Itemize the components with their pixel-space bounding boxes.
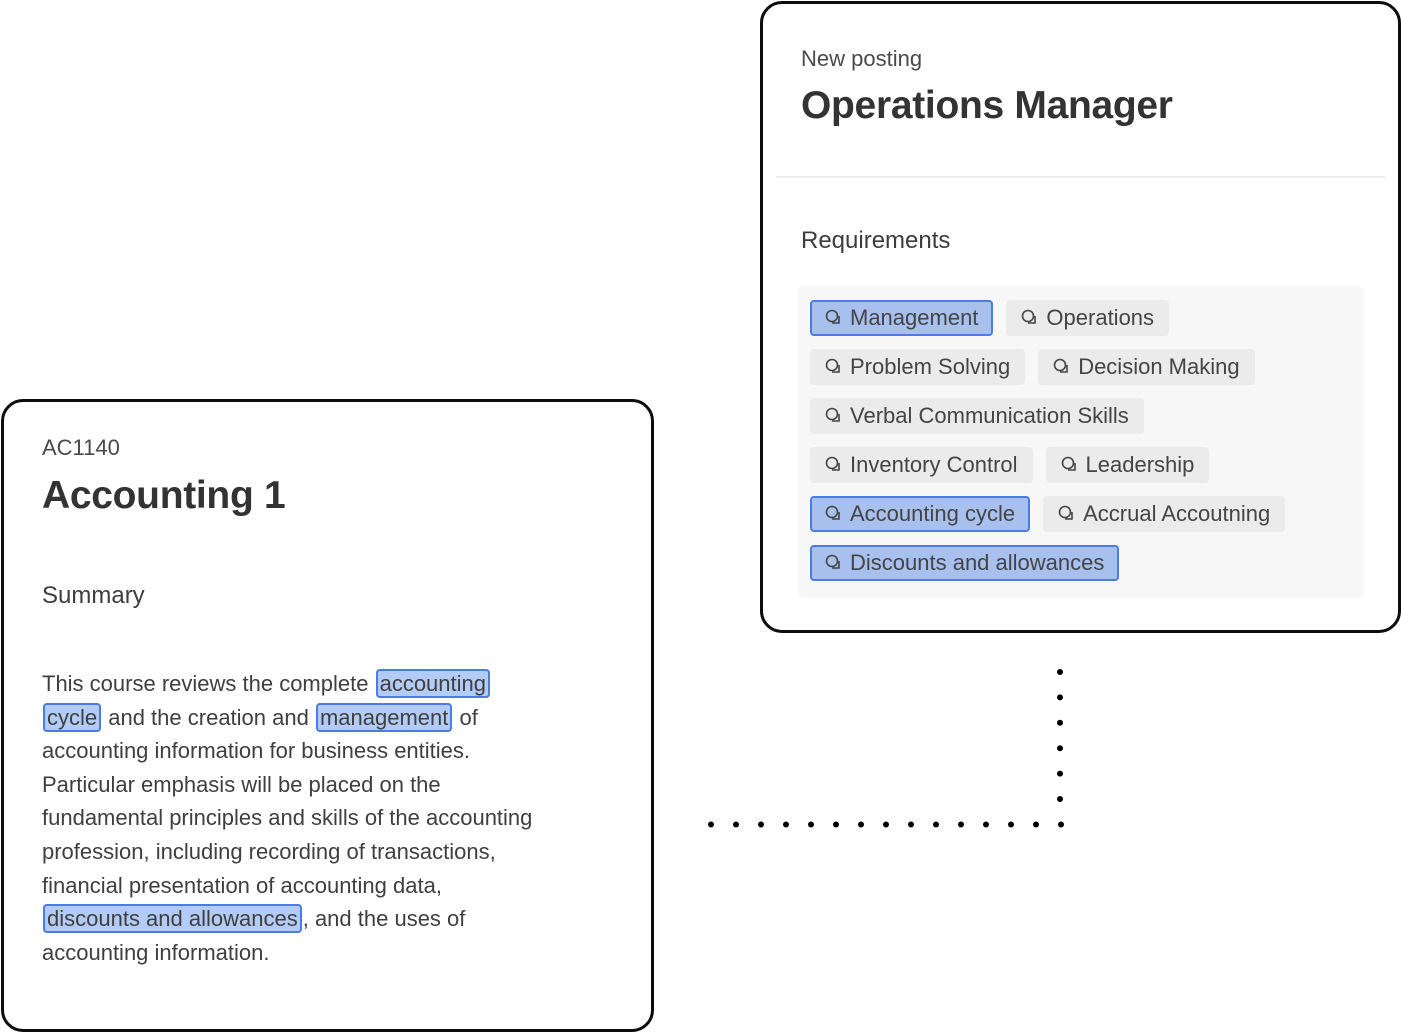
summary-text: This course reviews the complete: [42, 671, 375, 696]
summary-heading: Summary: [42, 582, 145, 609]
connector-dot: [1057, 669, 1063, 675]
keyword-highlight[interactable]: cycle: [43, 702, 102, 732]
tag-label: Discounts and allowances: [850, 550, 1105, 575]
requirements-tag-list: Management Operations Problem Solving Decis…: [798, 286, 1364, 598]
posting-title: Operations Manager: [801, 84, 1173, 127]
skill-tag-icon: [1052, 357, 1072, 377]
connector-dot: [958, 821, 964, 828]
tag-label: Leadership: [1085, 452, 1195, 477]
skill-tag-icon: [1060, 455, 1080, 475]
requirement-tag-matched[interactable]: Accounting cycle: [810, 496, 1031, 532]
tag-label: Problem Solving: [850, 354, 1011, 379]
course-title: Accounting 1: [42, 474, 286, 517]
course-summary: This course reviews the complete account…: [42, 667, 632, 969]
connector-dot: [1057, 796, 1063, 802]
skill-tag-icon: [824, 553, 844, 573]
summary-text: of: [453, 704, 478, 730]
summary-text: and the creation and: [102, 704, 315, 730]
summary-line: fundamental principles and skills of the…: [42, 801, 632, 835]
skill-tag-icon: [824, 406, 844, 426]
summary-text: accounting information for business enti…: [42, 738, 471, 764]
skill-tag-icon: [824, 357, 844, 377]
summary-line: cycle and the creation and management of: [42, 701, 632, 735]
summary-text: profession, including recording of trans…: [42, 838, 496, 864]
summary-text: fundamental principles and skills of the…: [42, 805, 533, 831]
tag-label: Accounting cycle: [850, 501, 1016, 526]
requirement-tag[interactable]: Inventory Control: [810, 447, 1033, 483]
connector-dot: [1033, 821, 1039, 828]
summary-line: accounting information for business enti…: [42, 734, 632, 768]
connector-dot: [933, 821, 939, 828]
requirement-tag-matched[interactable]: Management: [810, 300, 994, 336]
tag-row: Discounts and allowances: [810, 545, 1352, 581]
keyword-highlight[interactable]: accounting: [375, 669, 490, 698]
tag-row: Management Operations: [810, 300, 1352, 336]
connector-dot: [858, 821, 864, 828]
tag-label: Accrual Accoutning: [1083, 501, 1271, 526]
connector-dot: [883, 821, 889, 828]
summary-line: discounts and allowances, and the uses o…: [42, 902, 632, 936]
connector-dot: [758, 821, 764, 828]
requirement-tag[interactable]: Problem Solving: [810, 349, 1026, 385]
requirements-heading: Requirements: [801, 227, 951, 254]
connector-dot: [1057, 719, 1063, 726]
connector-dot: [1057, 745, 1063, 752]
connector-dot: [908, 821, 914, 828]
connector-dot: [1008, 821, 1014, 828]
requirement-tag[interactable]: Leadership: [1045, 447, 1210, 483]
connector-dot: [708, 821, 714, 828]
connector-dot: [983, 821, 989, 828]
summary-text: financial presentation of accounting dat…: [42, 872, 442, 898]
tag-label: Management: [850, 305, 979, 330]
skill-tag-icon: [824, 504, 844, 524]
tag-row: Inventory Control Leadership: [810, 447, 1352, 483]
connector-dot: [1058, 821, 1064, 828]
summary-text: accounting information.: [42, 939, 270, 965]
connector-dot: [1057, 770, 1063, 777]
summary-line: Particular emphasis will be placed on th…: [42, 768, 632, 802]
connector-dot: [833, 821, 839, 828]
summary-line: financial presentation of accounting dat…: [42, 869, 632, 903]
tag-label: Operations: [1046, 305, 1155, 330]
course-code: AC1140: [42, 435, 120, 460]
skill-tag-icon: [1020, 308, 1040, 328]
tag-label: Verbal Communication Skills: [850, 403, 1129, 428]
summary-text: Particular emphasis will be placed on th…: [42, 771, 441, 797]
course-card: AC1140 Accounting 1 Summary This course …: [1, 399, 654, 1032]
requirement-tag[interactable]: Decision Making: [1038, 349, 1255, 385]
tag-row: Problem Solving Decision Making: [810, 349, 1352, 385]
connector-dot: [733, 821, 739, 828]
connector-dot: [808, 821, 814, 828]
skill-tag-icon: [1057, 504, 1077, 524]
requirement-tag[interactable]: Verbal Communication Skills: [810, 398, 1144, 434]
tag-row: Accounting cycle Accrual Accoutning: [810, 496, 1352, 532]
divider: [776, 176, 1385, 178]
posting-eyebrow: New posting: [801, 46, 923, 71]
tag-label: Decision Making: [1078, 354, 1240, 379]
summary-line: This course reviews the complete account…: [42, 667, 632, 701]
connector-dot: [1057, 694, 1063, 701]
requirement-tag[interactable]: Accrual Accoutning: [1043, 496, 1286, 532]
requirement-tag[interactable]: Operations: [1006, 300, 1170, 336]
keyword-highlight[interactable]: management: [315, 702, 453, 732]
skill-tag-icon: [824, 308, 844, 328]
tag-label: Inventory Control: [850, 452, 1018, 477]
job-posting-card: New posting Operations Manager Requireme…: [760, 1, 1401, 633]
skill-tag-icon: [824, 455, 844, 475]
summary-line: profession, including recording of trans…: [42, 835, 632, 869]
summary-text: , and the uses of: [302, 906, 466, 932]
summary-line: accounting information.: [42, 936, 632, 970]
keyword-highlight[interactable]: discounts and allowances: [43, 904, 302, 934]
connector-dot: [783, 821, 789, 828]
requirement-tag-matched[interactable]: Discounts and allowances: [810, 545, 1120, 581]
tag-row: Verbal Communication Skills: [810, 398, 1352, 434]
